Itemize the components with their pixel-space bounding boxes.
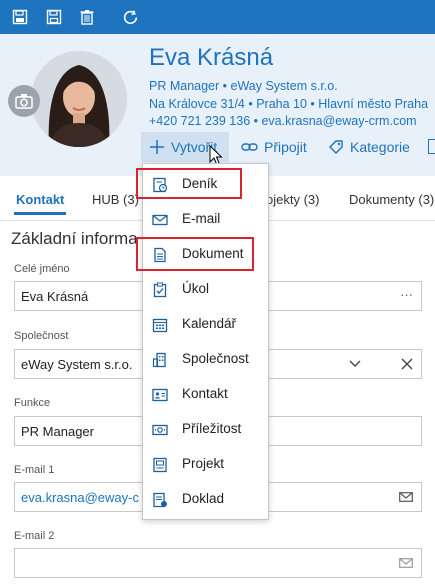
- delete-icon[interactable]: [76, 6, 98, 28]
- clear-icon[interactable]: [401, 358, 413, 370]
- opportunity-icon: [152, 424, 168, 436]
- save-icon[interactable]: [43, 6, 65, 28]
- email-icon: [152, 214, 168, 226]
- more-icon[interactable]: ···: [400, 287, 413, 302]
- toolbar: [0, 0, 435, 34]
- section-title: Základní informa: [11, 229, 138, 248]
- menu-item-project[interactable]: Projekt: [143, 447, 268, 482]
- tab-hub[interactable]: HUB (3): [92, 192, 139, 207]
- link-button-label: Připojit: [264, 139, 307, 155]
- contact-subtitle: PR Manager • eWay System s.r.o.: [149, 79, 338, 93]
- tab-projects[interactable]: ojekty (3): [266, 192, 319, 207]
- email2-label: E-mail 2: [14, 530, 55, 542]
- highlight-frame-document: [136, 237, 254, 271]
- tab-contact[interactable]: Kontakt: [16, 192, 64, 207]
- camera-icon[interactable]: [8, 85, 40, 117]
- menu-item-label: Příležitost: [182, 421, 242, 436]
- menu-item-label: Kalendář: [182, 316, 237, 331]
- menu-item-contact[interactable]: Kontakt: [143, 377, 268, 412]
- menu-item-label: E-mail: [182, 211, 221, 226]
- contact-phone-email: +420 721 239 136 • eva.krasna@eway-crm.c…: [149, 114, 417, 128]
- email1-label: E-mail 1: [14, 464, 55, 476]
- contact-name: Eva Krásná: [149, 44, 274, 71]
- menu-item-invoice[interactable]: Doklad: [143, 482, 268, 517]
- menu-item-label: Doklad: [182, 491, 225, 506]
- refresh-icon[interactable]: [119, 6, 141, 28]
- tab-documents[interactable]: Dokumenty (3): [349, 192, 434, 207]
- plus-icon: [150, 140, 164, 154]
- create-dropdown-menu: Deník E-mail Dokument Úkol Kalendář Spol…: [142, 163, 269, 520]
- menu-item-opportunity[interactable]: Příležitost: [143, 412, 268, 447]
- invoice-icon: [153, 492, 167, 508]
- send-email-icon[interactable]: [399, 558, 413, 568]
- menu-item-label: Úkol: [182, 281, 210, 296]
- send-email-icon[interactable]: [399, 492, 413, 502]
- company-value: eWay System s.r.o.: [21, 357, 133, 372]
- link-icon: [241, 143, 258, 151]
- link-button[interactable]: Připojit: [241, 134, 307, 160]
- email1-value: eva.krasna@eway-c: [21, 490, 139, 505]
- company-label: Společnost: [14, 330, 69, 342]
- full-name-value: Eva Krásná: [21, 289, 89, 304]
- menu-item-label: Společnost: [182, 351, 249, 366]
- chevron-down-icon[interactable]: [349, 360, 361, 368]
- save-close-icon[interactable]: [9, 6, 31, 28]
- active-tab-indicator: [14, 212, 66, 215]
- menu-item-email[interactable]: E-mail: [143, 202, 268, 237]
- menu-item-label: Kontakt: [182, 386, 228, 401]
- function-value: PR Manager: [21, 424, 94, 439]
- more-action-icon[interactable]: [428, 139, 435, 154]
- contact-icon: [152, 388, 168, 402]
- category-button-label: Kategorie: [350, 139, 410, 155]
- project-icon: [153, 457, 167, 473]
- function-label: Funkce: [14, 397, 51, 409]
- category-button[interactable]: Kategorie: [328, 134, 410, 160]
- menu-item-task[interactable]: Úkol: [143, 272, 268, 307]
- menu-item-label: Projekt: [182, 456, 225, 471]
- full-name-label: Celé jméno: [14, 263, 70, 275]
- highlight-frame-journal: [136, 168, 242, 199]
- avatar: [31, 51, 127, 147]
- tag-icon: [329, 140, 343, 154]
- contact-address: Na Královce 31/4 • Praha 10 • Hlavní měs…: [149, 97, 429, 111]
- menu-item-calendar[interactable]: Kalendář: [143, 307, 268, 342]
- email2-field[interactable]: [14, 548, 422, 578]
- menu-item-company[interactable]: Společnost: [143, 342, 268, 377]
- company-icon: [152, 352, 166, 368]
- create-button[interactable]: Vytvořit: [149, 134, 217, 160]
- calendar-icon: [152, 318, 168, 333]
- task-icon: [153, 282, 167, 298]
